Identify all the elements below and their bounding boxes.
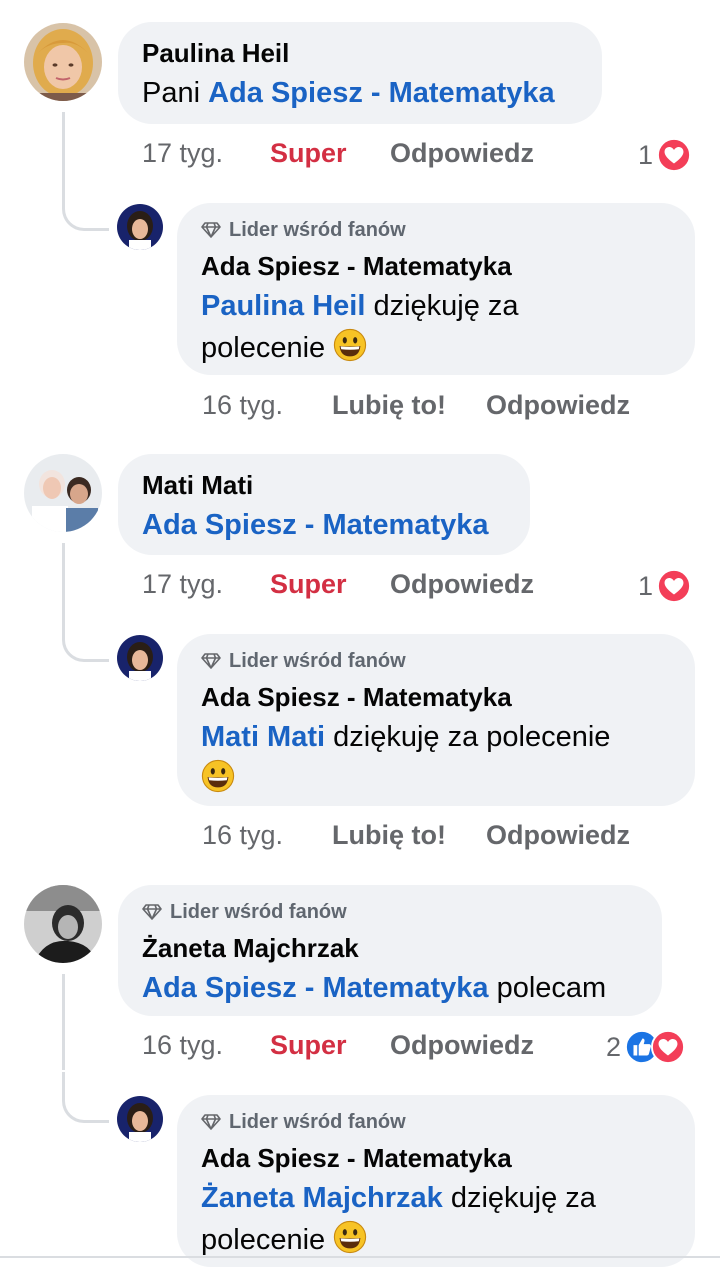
comment-time[interactable]: 16 tyg.: [142, 1030, 223, 1061]
reply-time[interactable]: 16 tyg.: [202, 820, 283, 851]
comment-author[interactable]: Paulina Heil: [142, 34, 578, 72]
comment-author[interactable]: Żaneta Majchrzak: [142, 929, 638, 967]
heart-reaction-icon: [651, 1030, 685, 1064]
fan-badge-label: Lider wśród fanów: [170, 901, 347, 923]
thread-connector: [62, 1072, 109, 1123]
thread-connector: [62, 180, 109, 231]
mention-link[interactable]: Żaneta Majchrzak: [201, 1182, 443, 1214]
reaction-super-button[interactable]: Super: [270, 1030, 347, 1061]
reply-author[interactable]: Ada Spiesz - Matematyka: [201, 247, 671, 285]
comment-actions: 17 tyg. Super Odpowiedz: [142, 569, 702, 605]
comment-time[interactable]: 17 tyg.: [142, 569, 223, 600]
avatar-mati-mati[interactable]: [24, 454, 102, 532]
mention-link[interactable]: Paulina Heil: [201, 290, 365, 322]
grinning-emoji-icon: [201, 759, 235, 793]
mention-link[interactable]: Mati Mati: [201, 721, 325, 753]
diamond-icon: [201, 652, 221, 670]
mention-link[interactable]: Ada Spiesz - Matematyka: [142, 972, 489, 1004]
reply-text-line: polecenie: [201, 1224, 334, 1256]
fan-badge[interactable]: Lider wśród fanów: [142, 899, 638, 925]
reply-text-line: dziękuję za polecenie: [325, 721, 611, 753]
avatar-paulina-heil[interactable]: [24, 23, 102, 101]
reaction-count: 2: [606, 1031, 622, 1062]
reply-text-line: polecenie: [201, 332, 334, 364]
reply-text-line: dziękuję za: [365, 290, 519, 322]
reply-time[interactable]: 16 tyg.: [202, 390, 283, 421]
grinning-emoji-icon: [333, 1220, 367, 1254]
reply-bubble: Lider wśród fanów Ada Spiesz - Matematyk…: [177, 1095, 695, 1267]
reply-bubble: Lider wśród fanów Ada Spiesz - Matematyk…: [177, 203, 695, 375]
reaction-summary[interactable]: 1: [638, 568, 691, 604]
fan-badge[interactable]: Lider wśród fanów: [201, 648, 671, 674]
reply-author[interactable]: Ada Spiesz - Matematyka: [201, 1139, 671, 1177]
avatar-ada-spiesz[interactable]: [117, 635, 163, 681]
like-button[interactable]: Lubię to!: [332, 390, 446, 421]
comment-bubble: Mati Mati Ada Spiesz - Matematyka: [118, 454, 530, 555]
comment-text-suffix: polecam: [488, 972, 607, 1004]
avatar-zaneta-majchrzak[interactable]: [24, 885, 102, 963]
like-button[interactable]: Lubię to!: [332, 820, 446, 851]
diamond-icon: [142, 903, 162, 921]
comment-author[interactable]: Mati Mati: [142, 466, 506, 504]
reply-button[interactable]: Odpowiedz: [390, 569, 534, 600]
comment-actions: 17 tyg. Super Odpowiedz: [142, 138, 702, 174]
mention-link[interactable]: Ada Spiesz - Matematyka: [142, 509, 489, 541]
reply-button[interactable]: Odpowiedz: [486, 390, 630, 421]
comment-bubble: Lider wśród fanów Żaneta Majchrzak Ada S…: [118, 885, 662, 1016]
avatar-ada-spiesz[interactable]: [117, 1096, 163, 1142]
reply-text: Mati Mati dziękuję za polecenie: [201, 716, 671, 800]
diamond-icon: [201, 221, 221, 239]
reply-text: Paulina Heil dziękuję za polecenie: [201, 285, 671, 369]
reaction-super-button[interactable]: Super: [270, 569, 347, 600]
comment-text: Pani Ada Spiesz - Matematyka: [142, 72, 578, 114]
reply-author[interactable]: Ada Spiesz - Matematyka: [201, 678, 671, 716]
reply-button[interactable]: Odpowiedz: [486, 820, 630, 851]
heart-reaction-icon: [657, 138, 691, 172]
fan-badge-label: Lider wśród fanów: [229, 219, 406, 241]
heart-reaction-icon: [657, 569, 691, 603]
divider: [0, 1256, 720, 1258]
reply-text: Żaneta Majchrzak dziękuję za polecenie: [201, 1177, 671, 1261]
reply-actions: 16 tyg. Lubię to! Odpowiedz: [202, 390, 702, 426]
avatar-ada-spiesz[interactable]: [117, 204, 163, 250]
reply-button[interactable]: Odpowiedz: [390, 138, 534, 169]
mention-link[interactable]: Ada Spiesz - Matematyka: [208, 77, 555, 109]
thread-line: [62, 974, 65, 1070]
fan-badge-label: Lider wśród fanów: [229, 650, 406, 672]
comment-bubble: Paulina Heil Pani Ada Spiesz - Matematyk…: [118, 22, 602, 124]
grinning-emoji-icon: [333, 328, 367, 362]
reaction-count: 1: [638, 570, 654, 601]
reaction-summary[interactable]: 2: [606, 1029, 685, 1065]
comment-time[interactable]: 17 tyg.: [142, 138, 223, 169]
diamond-icon: [201, 1113, 221, 1131]
reply-bubble: Lider wśród fanów Ada Spiesz - Matematyk…: [177, 634, 695, 806]
fan-badge-label: Lider wśród fanów: [229, 1111, 406, 1133]
reply-text-line: dziękuję za: [442, 1182, 596, 1214]
comment-text: Ada Spiesz - Matematyka polecam: [142, 967, 638, 1009]
reply-actions: 16 tyg. Lubię to! Odpowiedz: [202, 820, 702, 856]
reply-button[interactable]: Odpowiedz: [390, 1030, 534, 1061]
comment-text: Ada Spiesz - Matematyka: [142, 504, 506, 546]
comment-text-prefix: Pani: [142, 77, 209, 109]
fan-badge[interactable]: Lider wśród fanów: [201, 1109, 671, 1135]
reaction-count: 1: [638, 139, 654, 170]
reaction-super-button[interactable]: Super: [270, 138, 347, 169]
fan-badge[interactable]: Lider wśród fanów: [201, 217, 671, 243]
reaction-summary[interactable]: 1: [638, 137, 691, 173]
thread-connector: [62, 611, 109, 662]
